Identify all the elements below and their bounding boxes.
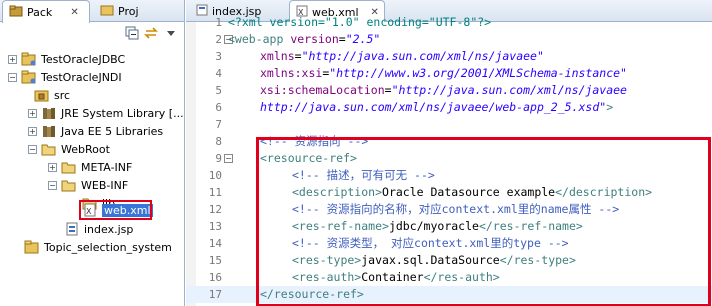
line-number: 17 xyxy=(208,288,222,301)
line-number: 6 xyxy=(215,101,222,114)
tree-item-jre-system-library[interactable]: + JRE System Library [... xyxy=(28,104,184,122)
code-text: = xyxy=(338,32,346,46)
left-tab-bar: Pack ✕ Proj xyxy=(0,0,184,23)
code-text: version xyxy=(283,32,339,46)
folder-open-icon xyxy=(61,178,77,192)
collapse-icon[interactable]: − xyxy=(48,180,57,190)
code-line: 2 − <web-app version="2.5" xyxy=(186,31,712,48)
source-folder-icon xyxy=(34,88,50,102)
project-folder-icon xyxy=(24,240,40,254)
tree-item-label: WEB-INF xyxy=(81,178,129,192)
project-icon xyxy=(100,4,114,19)
line-number: 5 xyxy=(215,84,222,97)
line-number: 10 xyxy=(208,169,222,182)
code-line: 3 xmlns="http://java.sun.com/xml/ns/java… xyxy=(186,48,712,65)
tree-item-label: Topic_selection_system xyxy=(44,240,172,254)
code-line: 7 xyxy=(186,116,712,133)
fold-toggle-icon[interactable]: − xyxy=(224,154,233,163)
tab-label: Pack xyxy=(27,5,53,19)
jsp-file-icon xyxy=(64,222,80,236)
library-icon xyxy=(41,106,57,120)
collapse-icon[interactable]: − xyxy=(8,72,17,82)
tree-item-webroot[interactable]: − WebRoot xyxy=(28,140,110,158)
library-icon xyxy=(41,124,57,138)
code-text: http://java.sun.com/xml/ns/javaee/web-ap… xyxy=(260,100,607,114)
code-editor[interactable]: 1 <?xml version="1.0" encoding="UTF-8"?>… xyxy=(186,15,712,306)
line-number: 12 xyxy=(208,203,222,216)
line-number: 7 xyxy=(215,118,222,131)
expand-icon[interactable]: + xyxy=(28,126,37,136)
expand-icon[interactable]: + xyxy=(8,54,17,64)
tree-item-label: TestOracleJNDI xyxy=(41,70,122,84)
tree-item-src[interactable]: src xyxy=(34,86,70,104)
tree-item-label: src xyxy=(54,88,71,102)
tree-item-java-ee-libraries[interactable]: + Java EE 5 Libraries xyxy=(28,122,163,140)
code-text: <web-app xyxy=(228,32,284,46)
code-line: 1 <?xml version="1.0" encoding="UTF-8"?> xyxy=(186,14,712,31)
folder-open-icon xyxy=(41,142,57,156)
code-text: xmlns:xsi xyxy=(260,66,323,80)
code-line: 5 xsi:schemaLocation="http://java.sun.co… xyxy=(186,82,712,99)
tree-item-label: index.jsp xyxy=(84,222,134,236)
line-number: 13 xyxy=(208,220,222,233)
link-editor-icon[interactable] xyxy=(144,26,158,40)
tree-item-web-inf[interactable]: − WEB-INF xyxy=(48,176,128,194)
line-number: 4 xyxy=(215,67,222,80)
tree-item-label: TestOracleJDBC xyxy=(41,52,126,66)
tree-item-meta-inf[interactable]: + META-INF xyxy=(48,158,132,176)
code-text: "http://java.sun.com/xml/ns/javaee xyxy=(391,83,627,97)
selection-highlight-box xyxy=(79,200,152,220)
tab-project[interactable]: Proj xyxy=(94,0,145,22)
line-number: 8 xyxy=(215,135,222,148)
code-highlight-box xyxy=(256,137,711,306)
folder-icon xyxy=(61,160,77,174)
code-text: <?xml version="1.0" encoding="UTF-8"?> xyxy=(228,15,492,29)
tab-label: Proj xyxy=(118,4,139,18)
code-line: 6 http://java.sun.com/xml/ns/javaee/web-… xyxy=(186,99,712,116)
line-number: 1 xyxy=(215,16,222,29)
tree-item-topic-selection-system[interactable]: Topic_selection_system xyxy=(24,238,172,256)
code-text: xsi:schemaLocation xyxy=(260,83,385,97)
tab-package-explorer[interactable]: Pack ✕ xyxy=(2,0,90,23)
expand-icon[interactable]: + xyxy=(48,162,57,172)
code-text: xmlns xyxy=(260,49,295,63)
code-line: 4 xmlns:xsi="http://www.w3.org/2001/XMLS… xyxy=(186,65,712,82)
line-number: 9 xyxy=(215,152,222,165)
explorer-toolbar xyxy=(0,22,184,44)
tree-item-label: Java EE 5 Libraries xyxy=(61,124,164,138)
line-number: 15 xyxy=(208,254,222,267)
code-text: "http://java.sun.com/xml/ns/javaee" xyxy=(301,49,544,63)
code-text: "2.5" xyxy=(345,32,381,46)
line-number: 2 xyxy=(215,33,222,46)
code-text: = xyxy=(384,83,392,97)
tree-item-testoraclejndi[interactable]: − TestOracleJNDI xyxy=(8,68,122,86)
line-number: 14 xyxy=(208,237,222,250)
collapse-all-icon[interactable] xyxy=(125,26,139,40)
code-text: = xyxy=(294,49,302,63)
editor-area: index.jsp X web.xml ✕ 1 <?xml version="1… xyxy=(186,0,712,306)
project-folder-icon xyxy=(21,52,37,66)
tree-item-label: JRE System Library [... xyxy=(61,106,184,120)
project-folder-icon xyxy=(21,70,37,84)
tree-item-index-jsp[interactable]: index.jsp xyxy=(64,220,133,238)
line-number: 11 xyxy=(208,186,222,199)
line-number: 3 xyxy=(215,50,222,63)
tree-item-label: META-INF xyxy=(81,160,133,174)
tree-item-label: WebRoot xyxy=(61,142,110,156)
code-text: "http://www.w3.org/2001/XMLSchema-instan… xyxy=(329,66,627,80)
view-menu-icon[interactable] xyxy=(164,26,178,40)
expand-icon[interactable]: + xyxy=(28,108,37,118)
tree-item-testoraclejdbc[interactable]: + TestOracleJDBC xyxy=(8,50,125,68)
collapse-icon[interactable]: − xyxy=(28,144,37,154)
close-icon[interactable]: ✕ xyxy=(70,7,78,18)
line-number: 16 xyxy=(208,271,222,284)
package-explorer-icon xyxy=(9,5,23,20)
package-explorer-panel: Pack ✕ Proj + TestOracleJDBC − TestOracl… xyxy=(0,0,185,306)
code-text: > xyxy=(606,100,614,114)
